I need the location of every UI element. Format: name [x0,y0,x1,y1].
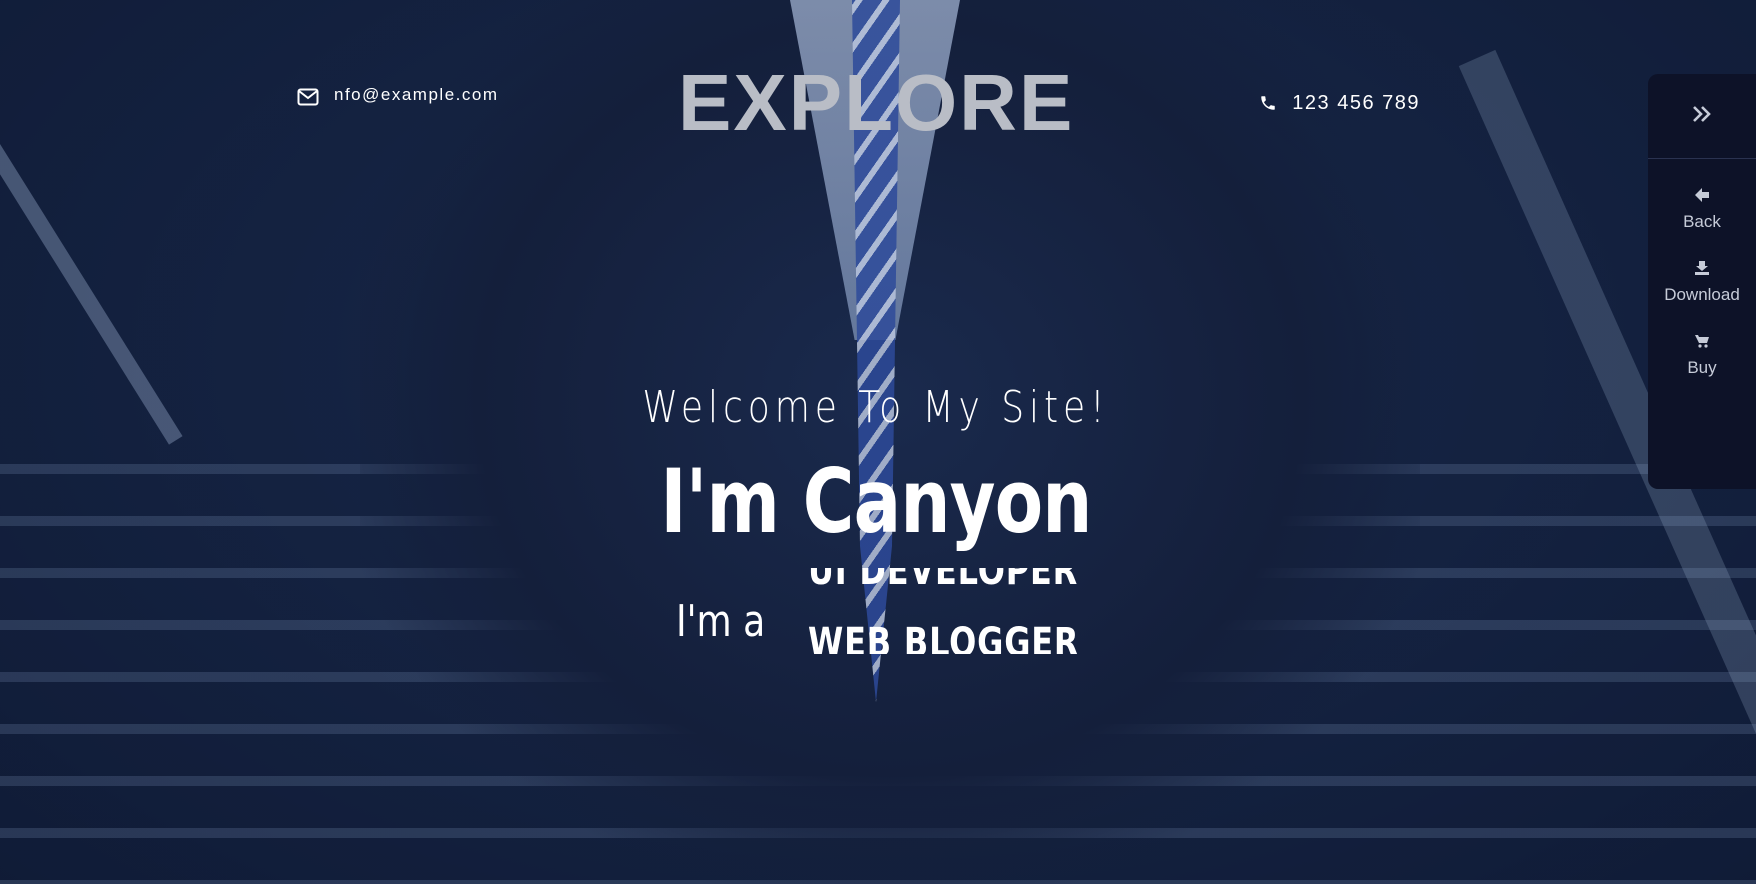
background-rail-left [0,80,183,445]
phone-icon [1252,87,1284,119]
top-bar: nfo@example.com EXPLORE 123 456 789 [292,55,1450,147]
side-item-label: Buy [1687,358,1717,377]
phone-text[interactable]: 123 456 789 [1292,92,1420,115]
role-word: WEB BLOGGER [808,620,1078,654]
hero-content: Welcome To My Site! I'm Canyon I'm a UI … [437,350,1315,694]
email-contact[interactable]: nfo@example.com [292,81,499,113]
arrow-left-icon [1694,187,1710,208]
double-chevron-right-icon [1691,104,1713,128]
side-item-label: Back [1683,212,1721,231]
download-icon [1694,260,1710,281]
side-item-label: Download [1664,285,1740,304]
side-item-buy[interactable]: Buy [1648,333,1756,378]
welcome-heading: Welcome To My Site! [642,382,1110,433]
name-heading: I'm Canyon [660,450,1092,553]
hero-section: nfo@example.com EXPLORE 123 456 789 Back… [0,0,1756,884]
email-text[interactable]: nfo@example.com [334,85,499,105]
role-prefix: I'm a [676,596,766,647]
envelope-icon [292,81,324,113]
side-panel: Back Download Buy [1648,74,1756,489]
side-item-back[interactable]: Back [1648,187,1756,232]
role-words-viewport: UI DEVELOPER WEB BLOGGER [808,568,1078,654]
phone-contact[interactable]: 123 456 789 [1252,87,1420,119]
side-panel-toggle[interactable] [1648,74,1756,159]
side-item-download[interactable]: Download [1648,260,1756,305]
role-word: UI DEVELOPER [808,568,1078,594]
role-rotator: I'm a UI DEVELOPER WEB BLOGGER [662,568,1092,676]
cart-icon [1694,333,1710,354]
site-logo[interactable]: EXPLORE [678,57,1072,149]
